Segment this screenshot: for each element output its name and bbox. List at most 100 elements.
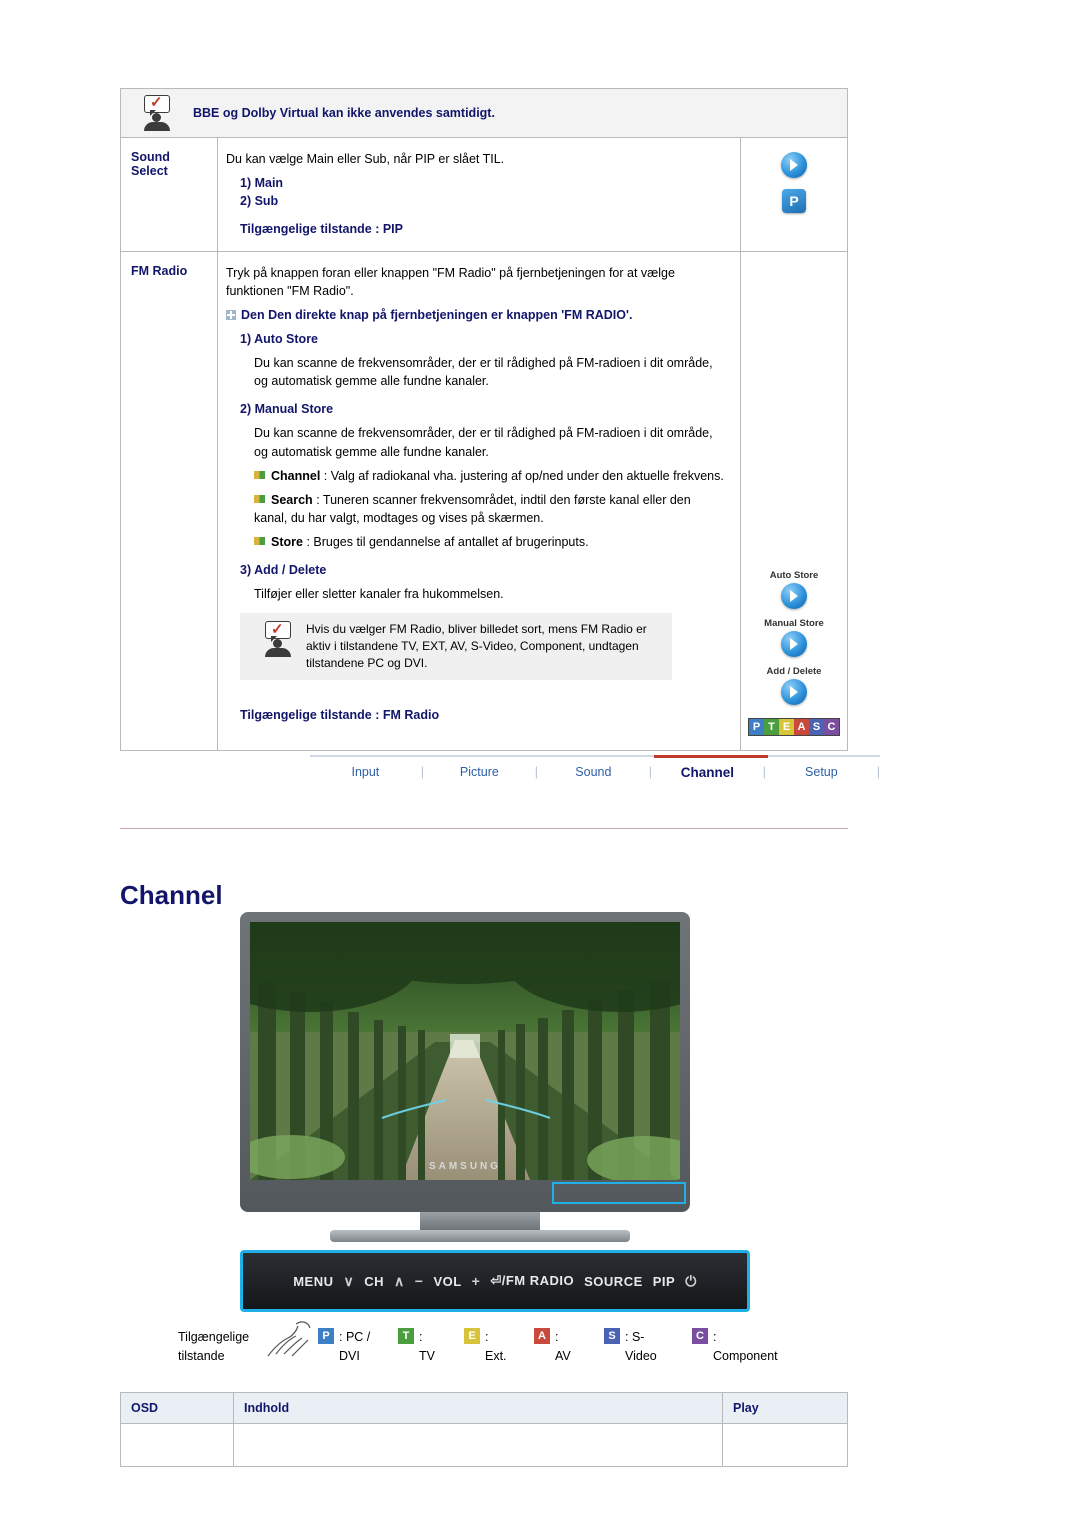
manual-store-icon [781,630,807,657]
osd-table: OSD Indhold Play [120,1392,848,1467]
panel-button-fm-radio[interactable]: ⏎/FM RADIO [490,1273,574,1289]
osd-cell-play [722,1423,848,1467]
legend-entry-component: C : Component [692,1328,812,1366]
legend-badge-s: S [604,1328,620,1344]
fm-item3-body: Tilføjer eller sletter kanaler fra hukom… [254,587,504,602]
fm-sub-channel-bold: Channel [271,468,321,483]
fm-item3-title: 3) Add / Delete [240,563,327,578]
nav-items: Input | Picture | Sound | Channel | Setu… [310,765,880,780]
mode-badge-a: A [794,718,809,735]
legend-badge-e: E [464,1328,480,1344]
sound-select-label-line1: Sound [131,150,170,164]
note-person-icon [121,93,193,131]
legend-text-t-line2: TV [419,1348,435,1363]
legend-text-c-line1: : [713,1330,717,1344]
row-sound-select: Sound Select Du kan vælge Main eller Sub… [120,137,848,252]
nav-item-input[interactable]: Input [310,765,421,780]
add-delete-icon [781,678,807,705]
fm-item1-body: Du kan scanne de frekvensområder, der er… [254,356,713,389]
nav-item-channel[interactable]: Channel [652,765,763,780]
nav-item-sound[interactable]: Sound [538,765,649,780]
panel-button-pip[interactable]: PIP [653,1274,675,1289]
icon-caption-manual-store: Manual Store [764,617,824,629]
panel-button-vol[interactable]: VOL [433,1274,461,1289]
panel-plus-icon[interactable]: + [472,1273,481,1289]
note-person-icon [250,619,306,658]
tv-brand-label: SAMSUNG [428,1161,502,1172]
legend-entry-svideo: S : S- Video [604,1328,680,1366]
square-bullet-icon [254,494,265,503]
mode-badge-e: E [779,718,794,735]
legend-text-c-line2: Component [713,1348,778,1363]
tv-stand-neck [420,1212,540,1230]
osd-header-osd: OSD [120,1392,234,1424]
legend-text-s-line1: : S- [625,1330,645,1344]
osd-table-header-row: OSD Indhold Play [120,1392,848,1424]
panel-button-source[interactable]: SOURCE [584,1274,643,1289]
icon-caption-add-delete: Add / Delete [766,665,822,677]
row-body-fm-radio: Tryk på knappen foran eller knappen "FM … [217,251,741,751]
fm-modes-line: Tilgængelige tilstande : FM Radio [240,707,440,722]
top-note-text: BBE og Dolby Virtual kan ikke anvendes s… [193,106,495,120]
panel-minus-icon[interactable]: − [415,1273,424,1289]
sound-select-item-1: 1) Main [240,176,284,191]
panel-chevron-down-icon[interactable]: ∨ [343,1273,354,1290]
fm-item2-title: 2) Manual Store [240,402,334,417]
tv-stand-base [330,1230,630,1242]
mode-legend-label-line1: Tilgængelige [178,1330,250,1344]
mode-badge-t: T [764,718,779,735]
top-note-row: BBE og Dolby Virtual kan ikke anvendes s… [120,88,848,138]
mode-badge-p: P [749,718,764,735]
square-p-icon: P [782,189,806,213]
nav-active-underline [654,755,768,758]
fm-inner-note: Hvis du vælger FM Radio, bliver billedet… [240,613,672,680]
panel-power-icon[interactable]: ⏻ [685,1273,697,1290]
tree-path-photo [250,922,680,1180]
fm-sub-store-bold: Store [271,535,303,549]
fm-sub-search: Search : Tuneren scanner frekvensområdet… [226,491,726,527]
legend-text-a-line2: AV [555,1348,571,1363]
legend-badge-a: A [534,1328,550,1344]
divider-rule [120,828,848,829]
row-icons-sound-select: P [740,137,848,252]
fm-direct-key-text: Den Den direkte knap på fjernbetjeningen… [241,307,633,322]
fm-item1-title: 1) Auto Store [240,331,319,346]
legend-entry-ext: E : Ext. [464,1328,522,1366]
legend-text-p-line2: DVI [339,1348,360,1363]
legend-badge-c: C [692,1328,708,1344]
panel-button-ch[interactable]: CH [364,1274,384,1289]
row-fm-radio: FM Radio Tryk på knappen foran eller kna… [120,251,848,751]
row-label-fm-radio: FM Radio [120,251,218,751]
fm-direct-key-line: Den Den direkte knap på fjernbetjeningen… [226,306,726,324]
sound-select-item-2: 2) Sub [240,194,279,209]
row-body-sound-select: Du kan vælge Main eller Sub, når PIP er … [217,137,741,252]
panel-button-menu[interactable]: MENU [293,1274,333,1289]
page-title: Channel [120,880,223,910]
row-label-sound-select: Sound Select [120,137,218,252]
legend-entry-tv: T : TV [398,1328,452,1366]
fm-sub-channel-text: : Valg af radiokanal vha. justering af o… [323,468,724,483]
table-row [120,1423,848,1467]
legend-text-a-line1: : [555,1330,559,1344]
sound-fmradio-table: BBE og Dolby Virtual kan ikke anvendes s… [120,88,848,751]
fm-sub-channel: Channel : Valg af radiokanal vha. juster… [226,467,726,485]
legend-badge-p: P [318,1328,334,1344]
mode-legend: Tilgængelige tilstande P : PC / DVI T : … [178,1328,858,1366]
nav-item-setup[interactable]: Setup [766,765,877,780]
row-icons-fm-radio: Auto Store Manual Store Add / Delete P T… [740,251,848,751]
sound-select-label-line2: Select [131,164,168,178]
osd-cell-osd [120,1423,234,1467]
osd-cell-indhold [233,1423,723,1467]
sound-select-modes: Tilgængelige tilstande : PIP [240,222,403,237]
fm-inner-note-text: Hvis du vælger FM Radio, bliver billedet… [306,622,647,670]
mode-badge-s: S [809,718,824,735]
fm-sub-store: Store : Bruges til gendannelse af antall… [226,533,726,551]
legend-text-s-line2: Video [625,1348,657,1363]
panel-chevron-up-icon[interactable]: ∧ [394,1273,405,1290]
legend-entry-av: A : AV [534,1328,592,1366]
mode-legend-label: Tilgængelige tilstande [178,1328,318,1366]
nav-item-picture[interactable]: Picture [424,765,535,780]
icon-caption-auto-store: Auto Store [769,569,819,581]
fm-intro: Tryk på knappen foran eller knappen "FM … [226,265,675,298]
legend-text-t-line1: : [419,1330,423,1344]
